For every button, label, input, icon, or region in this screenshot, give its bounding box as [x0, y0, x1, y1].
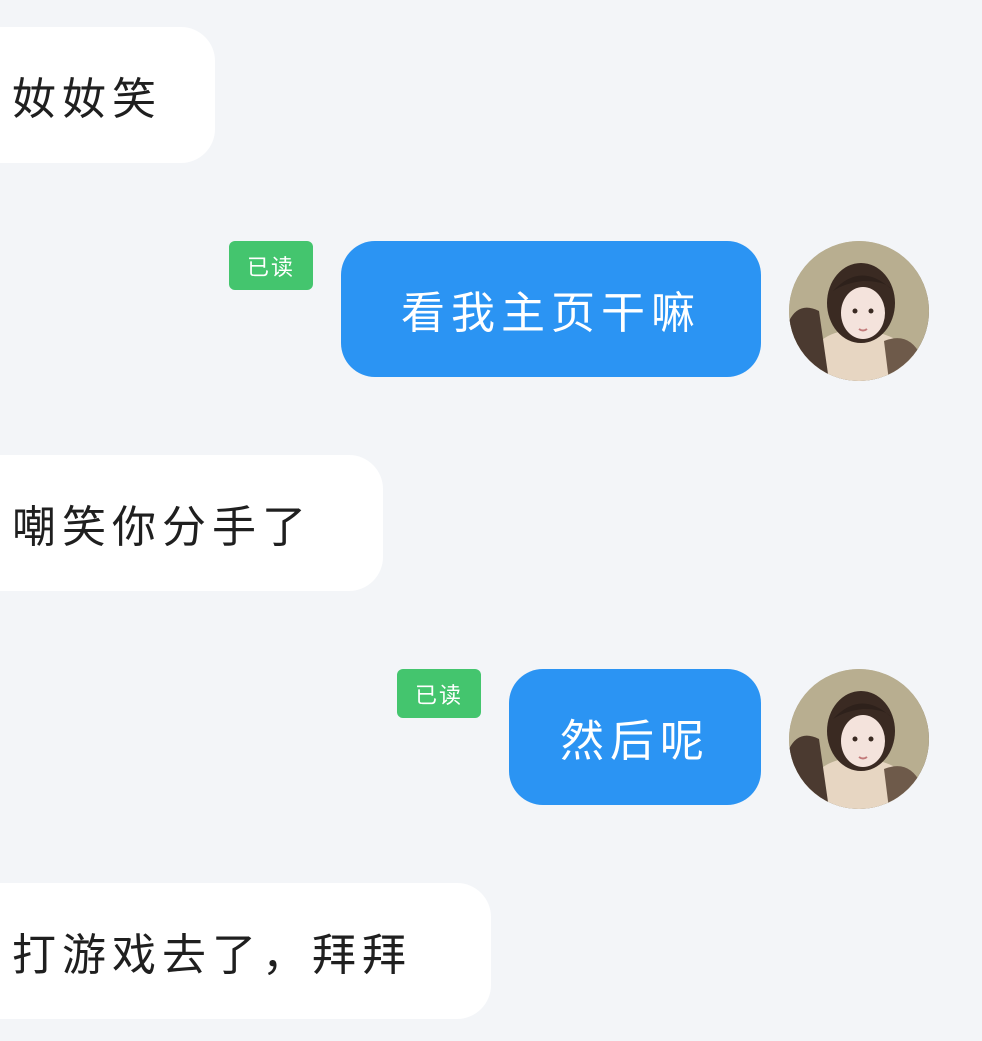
read-status-badge: 已读: [229, 241, 313, 290]
message-text: 奻奻笑: [12, 74, 162, 125]
incoming-message-bubble[interactable]: 嘲笑你分手了: [0, 455, 383, 591]
read-status-badge: 已读: [397, 669, 481, 718]
incoming-message-bubble[interactable]: 奻奻笑: [0, 27, 215, 163]
message-text: 嘲笑你分手了: [12, 502, 312, 553]
outgoing-message-bubble[interactable]: 然后呢: [509, 669, 761, 805]
incoming-message-bubble[interactable]: 打游戏去了，拜拜: [0, 883, 491, 1019]
outgoing-message-bubble[interactable]: 看我主页干嘛: [341, 241, 761, 377]
user-avatar[interactable]: [789, 241, 929, 381]
read-status-label: 已读: [246, 255, 295, 281]
message-text: 然后呢: [560, 716, 710, 767]
message-text: 打游戏去了，拜拜: [12, 930, 412, 981]
message-text: 看我主页干嘛: [401, 288, 701, 339]
chat-thread[interactable]: 奻奻笑 已读 看我主页干嘛 嘲笑你分手了 已读 然后呢 打游戏去了，拜拜: [0, 0, 982, 1041]
user-avatar[interactable]: [789, 669, 929, 809]
read-status-label: 已读: [414, 683, 463, 709]
avatar-photo-icon: [789, 669, 929, 809]
avatar-photo-icon: [789, 241, 929, 381]
